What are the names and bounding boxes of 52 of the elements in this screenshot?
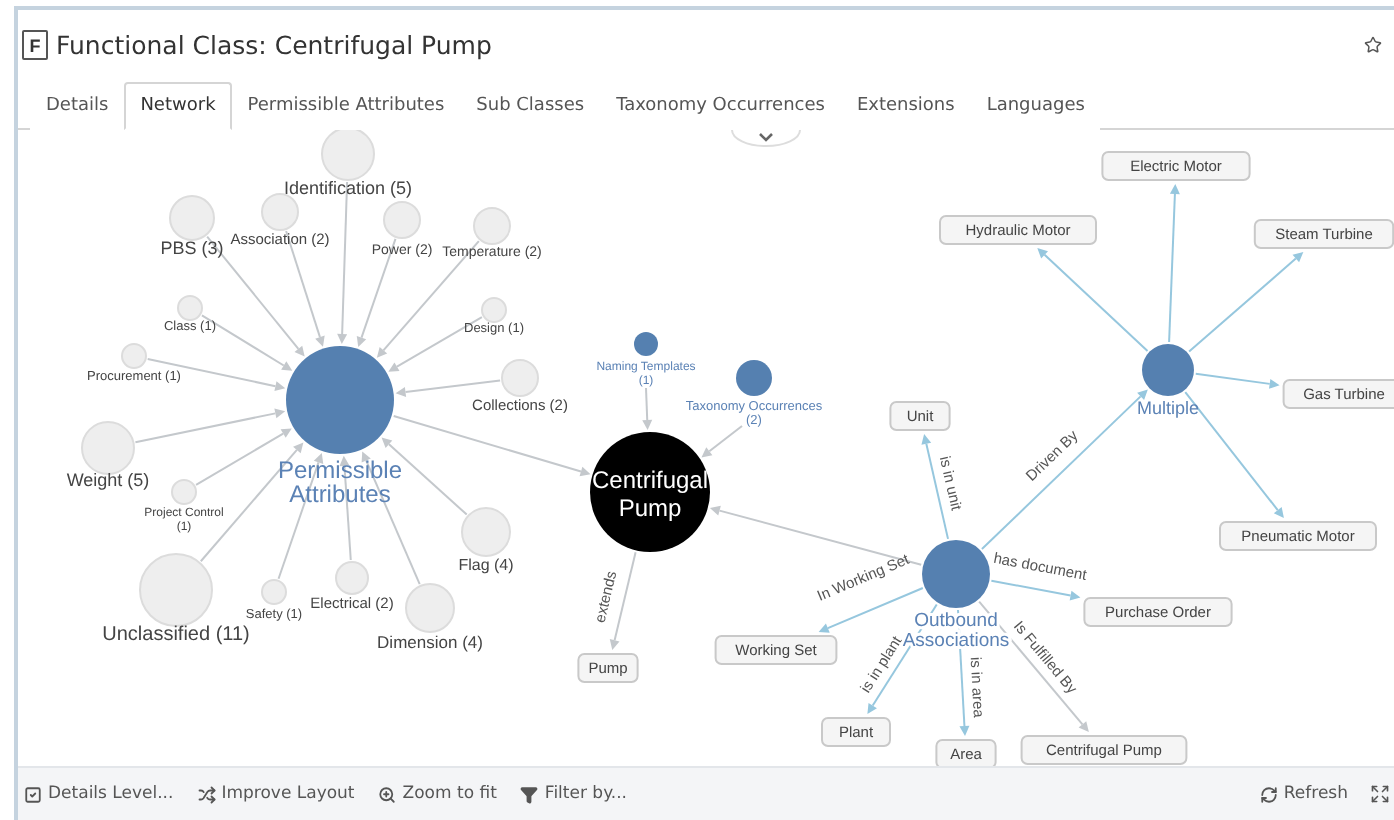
attribute-bubble[interactable] [481,297,507,323]
window-title: Functional Class: Centrifugal Pump [56,30,494,60]
attribute-bubble[interactable] [261,193,299,231]
attribute-bubble[interactable] [473,207,511,245]
zoom-icon [378,785,397,803]
toolbar-button[interactable]: Filter by... [518,780,629,808]
attribute-bubble[interactable] [169,195,215,241]
toolbar-button[interactable]: Refresh [1257,780,1350,808]
attribute-bubble[interactable] [171,479,197,505]
collapse-handle-icon[interactable] [731,130,801,147]
hub-node[interactable] [922,540,990,608]
toolbar-button[interactable]: Improve Layout [195,780,357,808]
bubble-label: PBS (3) [160,238,224,258]
bubble-label: Weight (5) [66,470,150,490]
bubble-label: Flag (4) [458,556,514,574]
attribute-bubble[interactable] [335,561,369,595]
filter-icon [520,785,539,803]
hub-node[interactable] [1142,344,1194,396]
bubble-label: Identification (5) [283,178,413,198]
toolbar-button[interactable]: Zoom to fit [376,780,499,808]
attribute-bubble[interactable] [261,579,287,605]
tab[interactable]: Network [124,82,232,130]
refresh-icon [1259,785,1278,803]
shuffle-icon [197,785,216,803]
connector-arrow [1188,252,1304,353]
checkbox-icon [24,785,42,803]
hub-node[interactable] [286,346,394,454]
attribute-bubble[interactable] [177,295,203,321]
center-label: Centrifugal Pump [591,466,709,522]
connector-arrow [395,379,502,397]
star-icon[interactable] [1364,36,1382,54]
attribute-bubble[interactable] [405,583,455,633]
bubble-label: Unclassified (11) [102,624,250,646]
attribute-bubble[interactable] [81,421,135,475]
hub-label: Permissible Attributes [278,456,402,508]
fullscreen-icon[interactable] [1370,784,1390,804]
connector-arrow [701,425,743,458]
bubble-label: Dimension (4) [377,632,483,652]
attribute-bubble[interactable] [321,130,375,181]
attribute-bubble[interactable] [139,553,213,627]
attribute-bubble[interactable] [383,201,421,239]
toolbar-button[interactable]: Details Level... [22,780,176,808]
attribute-bubble[interactable] [121,343,147,369]
attribute-bubble[interactable] [461,507,511,557]
attribute-bubble[interactable] [501,359,539,397]
connector-arrow [1037,248,1149,352]
related-node[interactable] [634,332,658,356]
connector-arrow [642,387,653,431]
file-icon: F [22,30,48,60]
hub-label: Multiple [1137,398,1199,418]
center-node[interactable] [590,432,710,552]
related-node[interactable] [736,360,772,396]
